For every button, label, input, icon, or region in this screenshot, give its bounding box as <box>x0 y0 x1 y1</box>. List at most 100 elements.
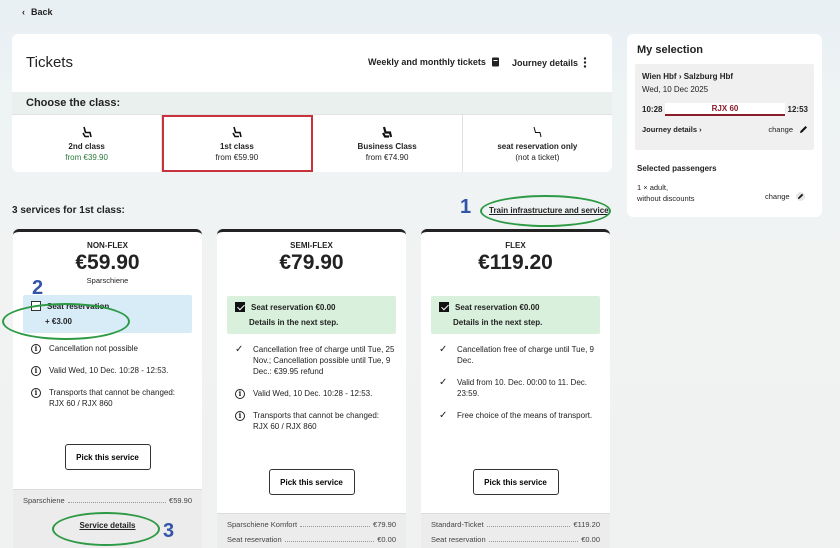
info-icon: i <box>31 388 41 398</box>
annotation-number-3: 3 <box>163 520 175 542</box>
price-breakdown: Sparschiene Komfort €79.90 Seat reservati… <box>217 513 406 548</box>
feature-list: ✓ Cancellation free of charge until Tue, … <box>439 344 600 421</box>
change-journey-button[interactable]: change <box>768 125 808 134</box>
seat-reservation-note: Details in the next step. <box>249 318 339 327</box>
service-name: NON-FLEX <box>87 241 128 250</box>
service-price: €119.20 <box>478 251 553 274</box>
chevron-left-icon: ‹ <box>22 7 25 17</box>
back-link[interactable]: ‹ Back <box>22 7 53 17</box>
feature-text: Transports that cannot be changed: RJX 6… <box>253 411 380 431</box>
journey-details-label: Journey details <box>512 57 579 68</box>
feature-list: i Cancellation not possible i Valid Wed, 1… <box>31 343 192 409</box>
price-row: Sparschiene €59.90 <box>23 496 192 505</box>
weekly-monthly-link[interactable]: Weekly and monthly tickets <box>368 57 500 67</box>
change-label: change <box>768 125 793 134</box>
class-price: from €59.90 <box>215 152 259 162</box>
seat-reservation-checkbox[interactable] <box>439 302 449 312</box>
train-number: RJX 60 <box>665 103 785 116</box>
check-icon: ✓ <box>235 344 244 355</box>
seat-reservation-option[interactable]: Seat reservation €0.00 Details in the ne… <box>431 296 600 334</box>
seat-reservation-label: Seat reservation €0.00 <box>455 302 540 312</box>
seat-reservation-label: Seat reservation €0.00 <box>251 302 336 312</box>
info-icon: i <box>235 411 245 421</box>
back-label: Back <box>31 7 53 17</box>
class-name: Business Class <box>357 141 417 151</box>
seat-icon <box>81 126 92 137</box>
feature-item: ✓ Cancellation free of charge until Tue, … <box>439 344 600 366</box>
check-icon: ✓ <box>439 377 448 388</box>
feature-item: ✓ Valid from 10. Dec. 00:00 to 11. Dec. 2… <box>439 377 600 399</box>
change-passengers-button[interactable]: change <box>765 192 805 201</box>
journey-details-link[interactable]: Journey details › <box>642 125 702 134</box>
service-price: €79.90 <box>279 251 344 274</box>
price-row: Sparschiene Komfort €79.90 <box>227 520 396 529</box>
feature-list: ✓ Cancellation free of charge until Tue, … <box>235 344 396 432</box>
annotation-ellipse-2 <box>2 303 130 340</box>
seat-outline-icon <box>533 126 542 137</box>
feature-text: Valid from 10. Dec. 00:00 to 11. Dec. 23… <box>457 378 587 398</box>
price-breakdown: Standard-Ticket €119.20 Seat reservation €… <box>421 513 610 548</box>
feature-item: ✓ Cancellation free of charge until Tue, … <box>235 344 396 377</box>
passengers-summary: 1 × adult, without discounts <box>637 182 695 204</box>
info-icon: i <box>31 344 41 354</box>
seat-reservation-checkbox[interactable] <box>235 302 245 312</box>
journey-details-link[interactable]: Journey details <box>512 57 587 68</box>
page-title: Tickets <box>26 54 73 71</box>
service-price: €59.90 <box>75 251 140 274</box>
feature-text: Cancellation free of charge until Tue, 2… <box>253 345 395 376</box>
price-row: Standard-Ticket €119.20 <box>431 520 600 529</box>
pick-service-button[interactable]: Pick this service <box>472 469 559 495</box>
arrival-time: 12:53 <box>787 105 808 114</box>
annotation-number-1: 1 <box>460 196 472 218</box>
class-price: from €74.90 <box>365 152 409 162</box>
travel-date: Wed, 10 Dec 2025 <box>642 85 709 94</box>
passenger-line: 1 × adult, <box>637 183 669 192</box>
check-icon: ✓ <box>439 410 448 421</box>
ticket-icon <box>491 57 499 67</box>
services-heading: 3 services for 1st class: <box>12 205 125 216</box>
timeline: 10:28 RJX 60 12:53 <box>642 103 808 116</box>
annotation-ellipse-1 <box>480 195 611 227</box>
class-option-2nd[interactable]: 2nd class from €39.90 <box>12 115 163 172</box>
selection-panel: My selection Wien Hbf › Salzburg Hbf Wed… <box>627 34 822 217</box>
feature-item: i Transports that cannot be changed: RJX … <box>235 410 396 432</box>
panel-header: Tickets Weekly and monthly tickets Journ… <box>12 34 612 92</box>
annotation-number-2: 2 <box>32 277 44 299</box>
passengers-heading: Selected passengers <box>637 164 717 173</box>
class-name: 2nd class <box>68 141 105 151</box>
pencil-icon <box>800 126 807 133</box>
price-row: Seat reservation €0.00 <box>227 535 396 544</box>
feature-item: ✓ Free choice of the means of transport. <box>439 410 600 421</box>
check-icon: ✓ <box>439 344 448 355</box>
price-row-value: €0.00 <box>581 535 600 544</box>
service-card-semiflex: SEMI-FLEX €79.90 Seat reservation €0.00 … <box>217 229 406 548</box>
choose-class-heading: Choose the class: <box>12 92 612 114</box>
service-card-flex: FLEX €119.20 Seat reservation €0.00 Deta… <box>421 229 610 548</box>
class-option-seat-only[interactable]: seat reservation only (not a ticket) <box>463 115 612 172</box>
pencil-icon <box>795 192 805 201</box>
price-row-label: Sparschiene <box>23 496 65 505</box>
class-option-business[interactable]: Business Class from €74.90 <box>313 115 463 172</box>
seat-icon <box>232 126 242 137</box>
price-row-label: Seat reservation <box>431 535 486 544</box>
class-option-1st[interactable]: 1st class from €59.90 <box>162 115 313 172</box>
annotation-ellipse-3 <box>52 512 160 546</box>
service-name: SEMI-FLEX <box>290 241 333 250</box>
info-icon: i <box>31 366 41 376</box>
price-row-value: €79.90 <box>373 520 396 529</box>
feature-text: Transports that cannot be changed: RJX 6… <box>49 388 176 408</box>
route: Wien Hbf › Salzburg Hbf <box>642 72 734 81</box>
feature-item: i Valid Wed, 10 Dec. 10:28 - 12:53. <box>235 388 396 399</box>
passenger-discount: without discounts <box>637 194 695 203</box>
more-vertical-icon <box>583 57 587 68</box>
journey-box: Wien Hbf › Salzburg Hbf Wed, 10 Dec 2025… <box>635 64 814 150</box>
class-price: from €39.90 <box>65 152 108 162</box>
seat-reservation-option[interactable]: Seat reservation €0.00 Details in the ne… <box>227 296 396 334</box>
feature-item: i Valid Wed, 10 Dec. 10:28 - 12:53. <box>31 365 192 376</box>
info-icon: i <box>235 389 245 399</box>
business-seat-icon <box>382 126 393 138</box>
pick-service-button[interactable]: Pick this service <box>268 469 355 495</box>
price-row: Seat reservation €0.00 <box>431 535 600 544</box>
price-row-label: Sparschiene Komfort <box>227 520 298 529</box>
pick-service-button[interactable]: Pick this service <box>64 444 151 470</box>
